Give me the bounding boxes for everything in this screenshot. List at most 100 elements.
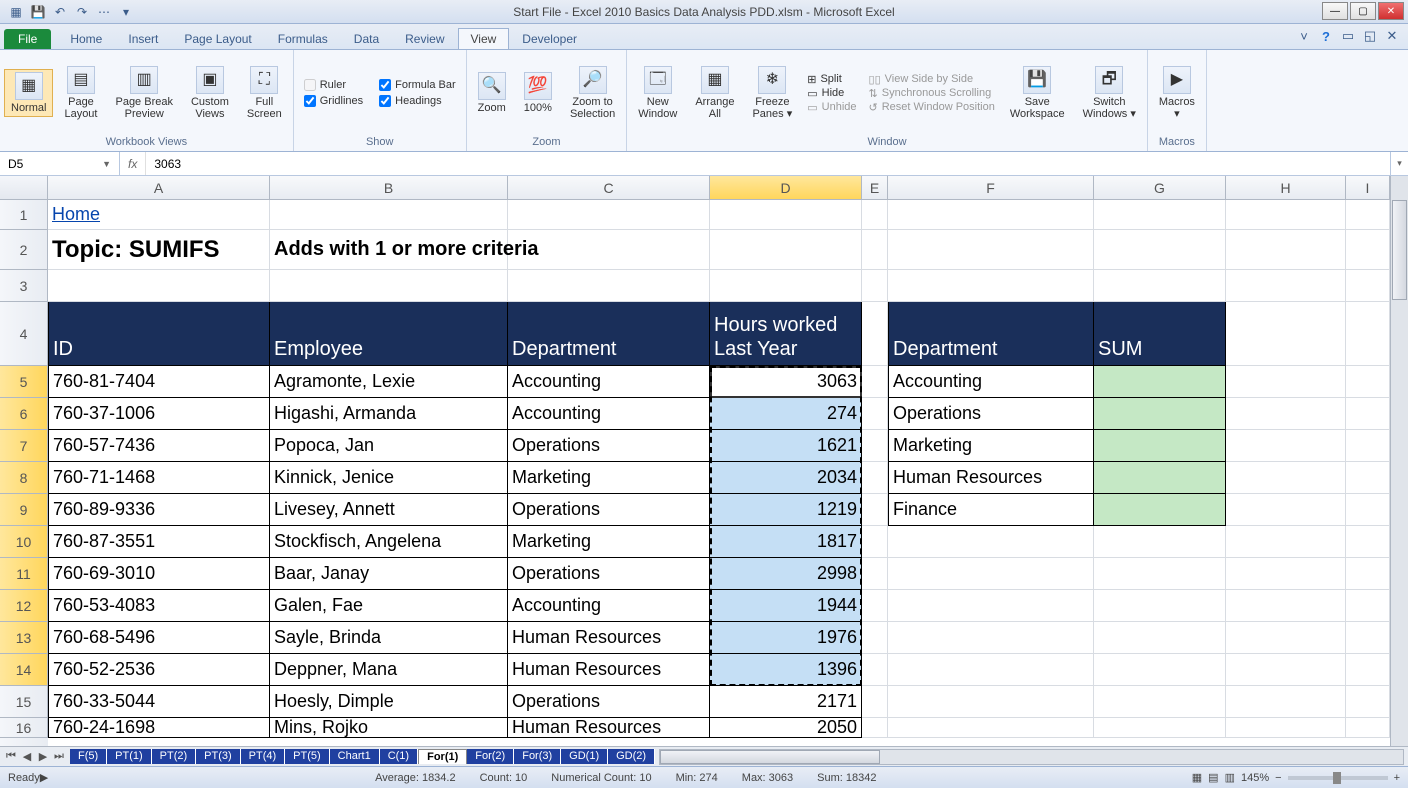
sheet-tab-PT(2)[interactable]: PT(2)	[152, 749, 197, 764]
tab-review[interactable]: Review	[392, 28, 457, 49]
cell-E9[interactable]	[862, 494, 888, 526]
cell-I10[interactable]	[1346, 526, 1390, 558]
cell-I11[interactable]	[1346, 558, 1390, 590]
row-header-6[interactable]: 6	[0, 398, 48, 430]
cell-A11[interactable]: 760-69-3010	[48, 558, 270, 590]
cell-G7[interactable]	[1094, 430, 1226, 462]
cell-D4[interactable]: Hours worked Last Year	[710, 302, 862, 366]
macros-button[interactable]: ▶Macros ▾	[1152, 63, 1202, 123]
cell-D11[interactable]: 2998	[710, 558, 862, 590]
expand-formula-bar-icon[interactable]: ▾	[1390, 152, 1408, 175]
cell-F13[interactable]	[888, 622, 1094, 654]
cell-D13[interactable]: 1976	[710, 622, 862, 654]
cell-D3[interactable]	[710, 270, 862, 302]
page-layout-button[interactable]: ▤Page Layout	[57, 63, 104, 123]
cell-I14[interactable]	[1346, 654, 1390, 686]
sheet-tab-PT(5)[interactable]: PT(5)	[285, 749, 330, 764]
freeze-panes-button[interactable]: ❄Freeze Panes ▾	[745, 63, 799, 123]
full-screen-button[interactable]: ⛶Full Screen	[240, 63, 289, 123]
arrange-all-button[interactable]: ▦Arrange All	[688, 63, 741, 123]
split-button[interactable]: ⊞Split	[807, 73, 856, 86]
sheet-tab-GD(1)[interactable]: GD(1)	[561, 749, 608, 764]
cell-F4[interactable]: Department	[888, 302, 1094, 366]
cell-A1[interactable]: Home	[48, 200, 270, 230]
row-header-12[interactable]: 12	[0, 590, 48, 622]
row-header-5[interactable]: 5	[0, 366, 48, 398]
cell-B5[interactable]: Agramonte, Lexie	[270, 366, 508, 398]
zoom-100-button[interactable]: 💯100%	[517, 69, 559, 117]
cell-E4[interactable]	[862, 302, 888, 366]
cell-H16[interactable]	[1226, 718, 1346, 738]
sheet-tab-GD(2)[interactable]: GD(2)	[608, 749, 655, 764]
cell-H10[interactable]	[1226, 526, 1346, 558]
cell-D16[interactable]: 2050	[710, 718, 862, 738]
cell-F15[interactable]	[888, 686, 1094, 718]
cell-C13[interactable]: Human Resources	[508, 622, 710, 654]
cell-H5[interactable]	[1226, 366, 1346, 398]
cell-C16[interactable]: Human Resources	[508, 718, 710, 738]
cell-I3[interactable]	[1346, 270, 1390, 302]
cell-G10[interactable]	[1094, 526, 1226, 558]
headings-checkbox[interactable]: Headings	[379, 95, 456, 107]
restore-workbook-icon[interactable]: ▭	[1340, 28, 1356, 44]
cell-E5[interactable]	[862, 366, 888, 398]
cell-D9[interactable]: 1219	[710, 494, 862, 526]
macro-record-icon[interactable]: ▶	[40, 771, 60, 784]
cell-H6[interactable]	[1226, 398, 1346, 430]
cell-B7[interactable]: Popoca, Jan	[270, 430, 508, 462]
cell-H9[interactable]	[1226, 494, 1346, 526]
save-workspace-button[interactable]: 💾Save Workspace	[1003, 63, 1072, 123]
tab-home[interactable]: Home	[57, 28, 115, 49]
cell-D15[interactable]: 2171	[710, 686, 862, 718]
close-workbook-icon[interactable]: ✕	[1384, 28, 1400, 44]
cell-F12[interactable]	[888, 590, 1094, 622]
cell-C11[interactable]: Operations	[508, 558, 710, 590]
cell-B3[interactable]	[270, 270, 508, 302]
cell-I16[interactable]	[1346, 718, 1390, 738]
sheet-tab-C(1)[interactable]: C(1)	[380, 749, 418, 764]
col-header-H[interactable]: H	[1226, 176, 1346, 199]
tab-page-layout[interactable]: Page Layout	[171, 28, 264, 49]
cell-F7[interactable]: Marketing	[888, 430, 1094, 462]
cell-F8[interactable]: Human Resources	[888, 462, 1094, 494]
col-header-E[interactable]: E	[862, 176, 888, 199]
cell-I13[interactable]	[1346, 622, 1390, 654]
zoom-slider-thumb[interactable]	[1333, 772, 1341, 784]
col-header-G[interactable]: G	[1094, 176, 1226, 199]
cell-E13[interactable]	[862, 622, 888, 654]
cell-I7[interactable]	[1346, 430, 1390, 462]
sheet-tab-For(1)[interactable]: For(1)	[418, 749, 467, 764]
cell-G1[interactable]	[1094, 200, 1226, 230]
cell-G6[interactable]	[1094, 398, 1226, 430]
cell-E8[interactable]	[862, 462, 888, 494]
cell-I1[interactable]	[1346, 200, 1390, 230]
cell-H12[interactable]	[1226, 590, 1346, 622]
sheet-nav-next-icon[interactable]: ▶	[36, 750, 50, 763]
cell-I15[interactable]	[1346, 686, 1390, 718]
cell-F6[interactable]: Operations	[888, 398, 1094, 430]
cell-I9[interactable]	[1346, 494, 1390, 526]
row-header-2[interactable]: 2	[0, 230, 48, 270]
formula-input[interactable]: 3063	[146, 157, 1390, 171]
cell-G3[interactable]	[1094, 270, 1226, 302]
sheet-tab-Chart1[interactable]: Chart1	[330, 749, 380, 764]
ruler-checkbox[interactable]: Ruler	[304, 79, 363, 91]
zoom-level[interactable]: 145%	[1241, 772, 1269, 784]
cell-G4[interactable]: SUM	[1094, 302, 1226, 366]
cell-D1[interactable]	[710, 200, 862, 230]
cell-B10[interactable]: Stockfisch, Angelena	[270, 526, 508, 558]
maximize-workbook-icon[interactable]: ◱	[1362, 28, 1378, 44]
minimize-ribbon-icon[interactable]: ˅	[1296, 28, 1312, 44]
row-header-1[interactable]: 1	[0, 200, 48, 230]
cell-I5[interactable]	[1346, 366, 1390, 398]
cell-C4[interactable]: Department	[508, 302, 710, 366]
formula-bar-checkbox[interactable]: Formula Bar	[379, 79, 456, 91]
cell-A16[interactable]: 760-24-1698	[48, 718, 270, 738]
name-box[interactable]: D5▼	[0, 152, 120, 175]
cell-E6[interactable]	[862, 398, 888, 430]
maximize-button[interactable]: ▢	[1350, 2, 1376, 20]
cell-F5[interactable]: Accounting	[888, 366, 1094, 398]
cell-B12[interactable]: Galen, Fae	[270, 590, 508, 622]
hscroll-thumb[interactable]	[660, 750, 880, 764]
cell-G15[interactable]	[1094, 686, 1226, 718]
